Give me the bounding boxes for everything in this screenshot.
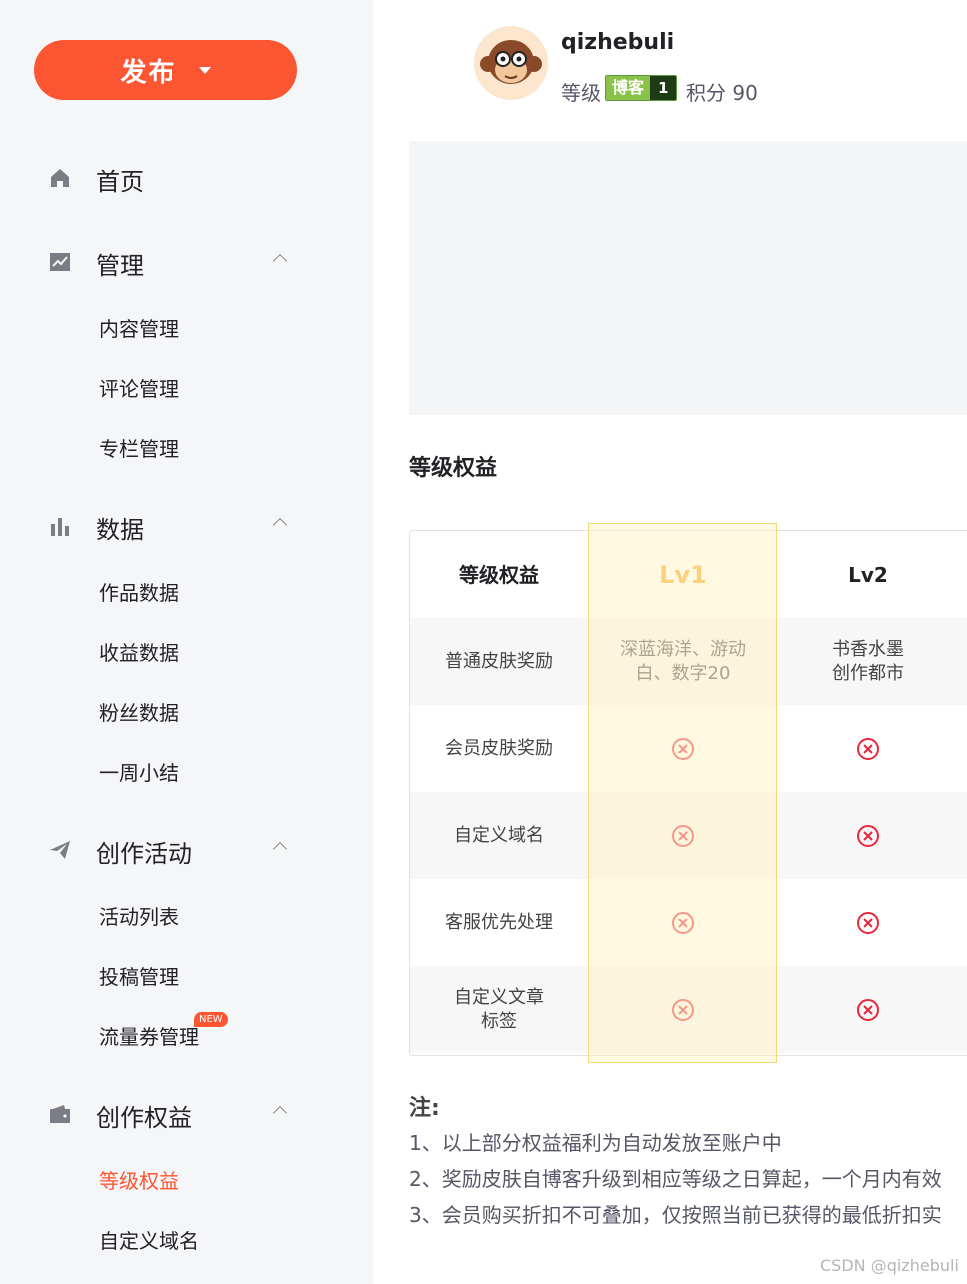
sidebar-item-comment-manage[interactable]: 评论管理 <box>99 373 179 402</box>
caret-down-icon <box>198 66 211 74</box>
x-circle-icon <box>672 998 694 1021</box>
sidebar-item-home[interactable]: 首页 <box>0 158 373 198</box>
level-badge-number: 1 <box>650 76 677 100</box>
lv1-cell: 深蓝海洋、游动 白、数字20 <box>620 638 746 684</box>
sidebar-group-label: 创作权益 <box>96 1104 192 1132</box>
username[interactable]: qizhebuli <box>561 30 674 55</box>
sidebar-group-label: 创作活动 <box>96 840 192 868</box>
paper-plane-icon <box>50 841 70 859</box>
lv2-cell <box>778 966 958 1053</box>
lv1-cell <box>588 705 778 792</box>
chevron-up-icon[interactable] <box>272 517 288 533</box>
sidebar-item-label: 首页 <box>96 168 144 196</box>
benefit-name-cell: 自定义文章 标签 <box>454 986 544 1032</box>
sidebar-group-activity[interactable]: 创作活动 <box>0 830 373 870</box>
watermark: CSDN @qizhebuli <box>820 1256 959 1275</box>
publish-button[interactable]: 发布 <box>34 40 297 100</box>
monkey-avatar-icon <box>474 26 548 100</box>
lv1-cell <box>588 792 778 879</box>
table-row: 自定义文章 标签 <box>410 966 967 1053</box>
sidebar-item-activity-list[interactable]: 活动列表 <box>99 901 179 930</box>
sidebar-group-manage[interactable]: 管理 <box>0 242 373 282</box>
sidebar: 发布 首页 管理 内容管理 评论管理 专栏管理 数据 作品数据 收益数据 粉丝数… <box>0 0 373 1284</box>
publish-label: 发布 <box>120 57 177 88</box>
sidebar-group-benefits[interactable]: 创作权益 <box>0 1094 373 1134</box>
bar-chart-icon <box>51 518 69 536</box>
sidebar-item-level-benefits[interactable]: 等级权益 <box>99 1165 179 1194</box>
chevron-up-icon[interactable] <box>272 1105 288 1121</box>
notes-title: 注: <box>409 1096 440 1121</box>
header-cell-lv2: Lv2 <box>848 562 888 587</box>
sidebar-item-custom-domain[interactable]: 自定义域名 <box>99 1225 199 1254</box>
x-circle-icon <box>857 737 879 760</box>
lv2-cell <box>778 705 958 792</box>
benefit-name-cell: 普通皮肤奖励 <box>445 650 553 672</box>
x-circle-icon <box>672 824 694 847</box>
x-circle-icon <box>857 998 879 1021</box>
table-row: 自定义域名 <box>410 792 967 879</box>
x-circle-icon <box>857 824 879 847</box>
note-line: 1、以上部分权益福利为自动发放至账户中 <box>409 1131 782 1155</box>
note-line: 2、奖励皮肤自博客升级到相应等级之日算起，一个月内有效 <box>409 1167 942 1191</box>
lv2-cell: 书香水墨 创作都市 <box>832 638 904 684</box>
sidebar-item-income-data[interactable]: 收益数据 <box>99 637 179 666</box>
header-cell-lv1: Lv1 <box>659 560 707 589</box>
x-circle-icon <box>672 737 694 760</box>
level-badge-name: 博客 <box>606 76 651 100</box>
benefits-table: 等级权益 Lv1 Lv2 普通皮肤奖励 深蓝海洋、游动 白、数字20 书香水墨 创作都市… <box>409 530 967 1056</box>
sidebar-item-column-manage[interactable]: 专栏管理 <box>99 433 179 462</box>
points-text: 积分 90 <box>686 81 758 105</box>
section-title: 等级权益 <box>409 456 498 481</box>
benefit-name-cell: 自定义域名 <box>454 824 544 846</box>
sidebar-group-data[interactable]: 数据 <box>0 506 373 546</box>
level-badge: 博客 1 <box>605 75 678 101</box>
lv1-cell <box>588 879 778 966</box>
sidebar-item-content-manage[interactable]: 内容管理 <box>99 313 179 342</box>
lv1-cell <box>588 966 778 1053</box>
profile-card <box>373 0 856 140</box>
chart-line-icon <box>50 253 70 271</box>
sidebar-group-label: 数据 <box>96 516 144 544</box>
lv2-cell <box>778 792 958 879</box>
table-header-row: 等级权益 Lv1 Lv2 <box>410 531 967 618</box>
sidebar-item-traffic-coupon[interactable]: 流量券管理 <box>99 1021 199 1050</box>
home-icon <box>51 169 69 187</box>
x-circle-icon <box>857 911 879 934</box>
x-circle-icon <box>672 911 694 934</box>
table-row: 客服优先处理 <box>410 879 967 966</box>
header-cell-benefit: 等级权益 <box>459 562 539 587</box>
benefit-name-cell: 客服优先处理 <box>445 911 553 933</box>
table-row: 普通皮肤奖励 深蓝海洋、游动 白、数字20 书香水墨 创作都市 <box>410 618 967 705</box>
sidebar-item-fans-data[interactable]: 粉丝数据 <box>99 697 179 726</box>
sidebar-group-label: 管理 <box>96 252 144 280</box>
level-label: 等级 <box>561 81 601 105</box>
new-badge: NEW <box>194 1012 228 1027</box>
sidebar-item-weekly-summary[interactable]: 一周小结 <box>99 757 179 786</box>
chevron-up-icon[interactable] <box>272 253 288 269</box>
banner-area <box>409 141 967 415</box>
lv2-cell <box>778 879 958 966</box>
table-row: 会员皮肤奖励 <box>410 705 967 792</box>
note-line: 3、会员购买折扣不可叠加，仅按照当前已获得的最低折扣实 <box>409 1203 942 1227</box>
sidebar-item-works-data[interactable]: 作品数据 <box>99 577 179 606</box>
benefit-name-cell: 会员皮肤奖励 <box>445 737 553 759</box>
sidebar-item-submission-manage[interactable]: 投稿管理 <box>99 961 179 990</box>
wallet-icon <box>50 1105 70 1123</box>
chevron-up-icon[interactable] <box>272 841 288 857</box>
avatar[interactable] <box>474 26 548 100</box>
